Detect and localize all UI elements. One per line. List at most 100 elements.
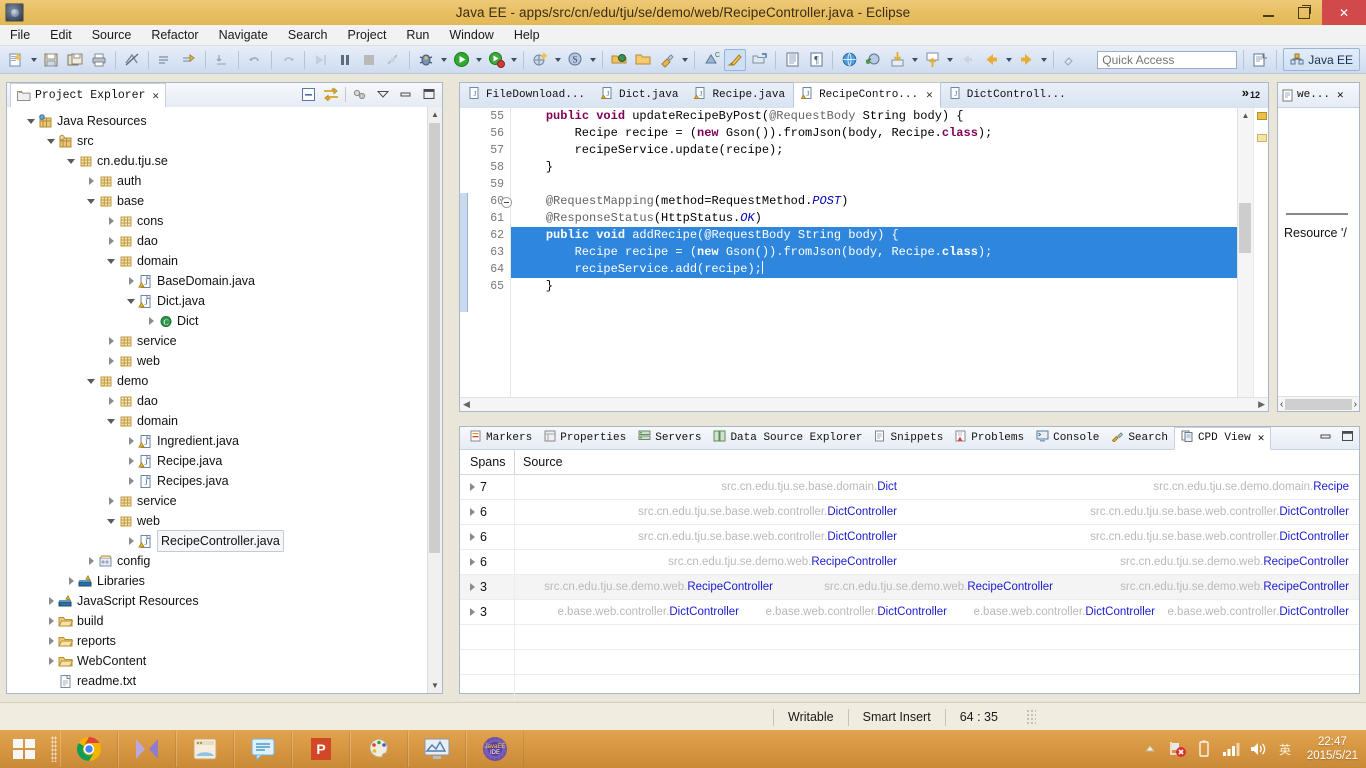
tree-collapse-arrow-icon[interactable] bbox=[105, 251, 117, 271]
resume-debug-icon[interactable] bbox=[310, 49, 332, 71]
code-line[interactable]: } bbox=[511, 278, 1237, 295]
back-icon[interactable] bbox=[956, 49, 978, 71]
source-entry[interactable]: src.cn.edu.tju.se.demo.web.RecipeControl… bbox=[824, 575, 1053, 599]
bottom-tab-servers[interactable]: Servers bbox=[632, 428, 707, 449]
debug-icon[interactable] bbox=[415, 49, 437, 71]
tree-item-dict[interactable]: C Dict bbox=[7, 311, 442, 331]
scroll-up-icon[interactable]: ▲ bbox=[428, 107, 442, 122]
row-spans-cell[interactable]: 3 bbox=[460, 580, 514, 594]
tree-expand-arrow-icon[interactable] bbox=[85, 171, 97, 191]
close-icon[interactable]: ✕ bbox=[1337, 88, 1344, 102]
tree-collapse-arrow-icon[interactable] bbox=[85, 191, 97, 211]
tree-item-dao[interactable]: dao bbox=[7, 231, 442, 251]
ime-icon[interactable]: 英 bbox=[1276, 739, 1294, 759]
download-icon[interactable] bbox=[886, 49, 908, 71]
terminate-icon[interactable] bbox=[358, 49, 380, 71]
network-error-icon[interactable] bbox=[1168, 739, 1186, 759]
tree-item-recipecontroller-java[interactable]: J RecipeController.java bbox=[7, 530, 442, 552]
tree-collapse-arrow-icon[interactable] bbox=[105, 411, 117, 431]
minimize-view-icon[interactable] bbox=[1320, 430, 1333, 448]
start-button[interactable] bbox=[0, 730, 48, 768]
toggle-mark-occurrences-icon[interactable] bbox=[121, 49, 143, 71]
scrollbar-thumb[interactable] bbox=[1285, 399, 1352, 410]
code-line[interactable]: recipeService.update(recipe); bbox=[511, 142, 1237, 159]
tree-collapse-arrow-icon[interactable] bbox=[105, 511, 117, 531]
taskbar-file-explorer-icon[interactable] bbox=[176, 731, 234, 767]
upload-dropdown-icon[interactable] bbox=[944, 49, 955, 71]
undo-icon[interactable] bbox=[244, 49, 266, 71]
volume-icon[interactable] bbox=[1249, 739, 1267, 759]
redo-icon[interactable] bbox=[277, 49, 299, 71]
minimize-view-icon[interactable] bbox=[397, 85, 415, 103]
tree-item-recipe-java[interactable]: J Recipe.java bbox=[7, 451, 442, 471]
save-all-icon[interactable] bbox=[64, 49, 86, 71]
tree-item-build[interactable]: build bbox=[7, 611, 442, 631]
menu-item-edit[interactable]: Edit bbox=[40, 25, 82, 45]
tree-item-config[interactable]: config bbox=[7, 551, 442, 571]
editor-tab-dict-java[interactable]: J Dict.java bbox=[593, 82, 686, 108]
collapse-all-icon[interactable] bbox=[299, 85, 317, 103]
tree-item-webcontent[interactable]: WebContent bbox=[7, 651, 442, 671]
editor-tab-filedownload-[interactable]: J FileDownload... bbox=[460, 82, 593, 108]
open-perspective-icon[interactable] bbox=[1250, 50, 1270, 70]
cpd-run-icon[interactable] bbox=[724, 48, 746, 71]
tree-item-service[interactable]: service bbox=[7, 491, 442, 511]
row-spans-cell[interactable]: 6 bbox=[460, 555, 514, 569]
bottom-tab-markers[interactable]: Markers bbox=[464, 428, 538, 449]
source-entry[interactable]: src.cn.edu.tju.se.demo.web.RecipeControl… bbox=[1120, 575, 1349, 599]
tree-expand-arrow-icon[interactable] bbox=[125, 471, 137, 491]
bottom-tab-data-source-explorer[interactable]: Data Source Explorer bbox=[707, 428, 868, 449]
tree-collapse-arrow-icon[interactable] bbox=[65, 151, 77, 171]
maximize-view-icon[interactable] bbox=[420, 85, 438, 103]
save-icon[interactable] bbox=[40, 49, 62, 71]
project-explorer-scrollbar[interactable]: ▲ ▼ bbox=[427, 107, 442, 693]
source-entry[interactable]: e.base.web.controller.DictController bbox=[765, 600, 947, 624]
close-icon[interactable]: ✕ bbox=[152, 89, 159, 103]
source-entry[interactable]: e.base.web.controller.DictController bbox=[557, 600, 739, 624]
build-all-icon[interactable] bbox=[154, 49, 176, 71]
tree-expand-arrow-icon[interactable] bbox=[45, 611, 57, 631]
column-header-spans[interactable]: Spans bbox=[460, 455, 514, 469]
editor-tab-recipe-java[interactable]: J Recipe.java bbox=[686, 82, 793, 108]
tree-item-cn-edu-tju-se[interactable]: cn.edu.tju.se bbox=[7, 151, 442, 171]
tree-item-web[interactable]: web bbox=[7, 511, 442, 531]
print-icon[interactable] bbox=[88, 49, 110, 71]
tree-item-base[interactable]: base bbox=[7, 191, 442, 211]
table-row[interactable]: 6 src.cn.edu.tju.se.demo.web.RecipeContro… bbox=[460, 550, 1359, 575]
tree-expand-arrow-icon[interactable] bbox=[45, 651, 57, 671]
scroll-right-icon[interactable]: ▶ bbox=[1258, 399, 1265, 410]
menu-item-project[interactable]: Project bbox=[338, 25, 397, 45]
source-entry[interactable]: src.cn.edu.tju.se.demo.web.RecipeControl… bbox=[544, 575, 773, 599]
tree-item-ingredient-java[interactable]: J Ingredient.java bbox=[7, 431, 442, 451]
build-project-icon[interactable] bbox=[178, 49, 200, 71]
open-resource-icon[interactable] bbox=[632, 49, 654, 71]
tab-project-explorer[interactable]: Project Explorer ✕ bbox=[10, 83, 167, 107]
forward-dropdown-icon[interactable] bbox=[1038, 49, 1049, 71]
tree-expand-arrow-icon[interactable] bbox=[470, 483, 475, 491]
history-dropdown-icon[interactable] bbox=[1003, 49, 1014, 71]
tree-item-demo[interactable]: demo bbox=[7, 371, 442, 391]
tree-expand-arrow-icon[interactable] bbox=[470, 558, 475, 566]
editor-tab-recipecontro-[interactable]: J RecipeContro... ✕ bbox=[793, 82, 941, 108]
disconnect-icon[interactable] bbox=[382, 49, 404, 71]
tree-item-libraries[interactable]: Libraries bbox=[7, 571, 442, 591]
editor-tab-dictcontroll-[interactable]: J DictControll... bbox=[941, 82, 1074, 108]
menu-item-search[interactable]: Search bbox=[278, 25, 338, 45]
code-line[interactable]: Recipe recipe = (new Gson()).fromJson(bo… bbox=[511, 125, 1237, 142]
overview-ruler[interactable] bbox=[1253, 108, 1268, 411]
code-line[interactable]: } bbox=[511, 159, 1237, 176]
taskbar-paint-icon[interactable] bbox=[350, 731, 408, 767]
tree-expand-arrow-icon[interactable] bbox=[125, 271, 137, 291]
tree-item-readme-txt[interactable]: readme.txt bbox=[7, 671, 442, 691]
source-entry[interactable]: src.cn.edu.tju.se.base.web.controller.Di… bbox=[638, 500, 897, 524]
source-entry[interactable]: src.cn.edu.tju.se.base.web.controller.Di… bbox=[638, 525, 897, 549]
tree-item-dao[interactable]: dao bbox=[7, 391, 442, 411]
scroll-up-icon[interactable]: ▲ bbox=[1238, 108, 1253, 122]
source-entry[interactable]: src.cn.edu.tju.se.demo.domain.Recipe bbox=[1153, 475, 1349, 499]
forward-icon[interactable] bbox=[1015, 49, 1037, 71]
source-entry[interactable]: src.cn.edu.tju.se.base.web.controller.Di… bbox=[1090, 525, 1349, 549]
open-type-icon[interactable] bbox=[608, 49, 630, 71]
pin-editor-icon[interactable] bbox=[1059, 49, 1081, 71]
run-external-tools-icon[interactable] bbox=[485, 49, 507, 71]
tree-expand-arrow-icon[interactable] bbox=[105, 331, 117, 351]
